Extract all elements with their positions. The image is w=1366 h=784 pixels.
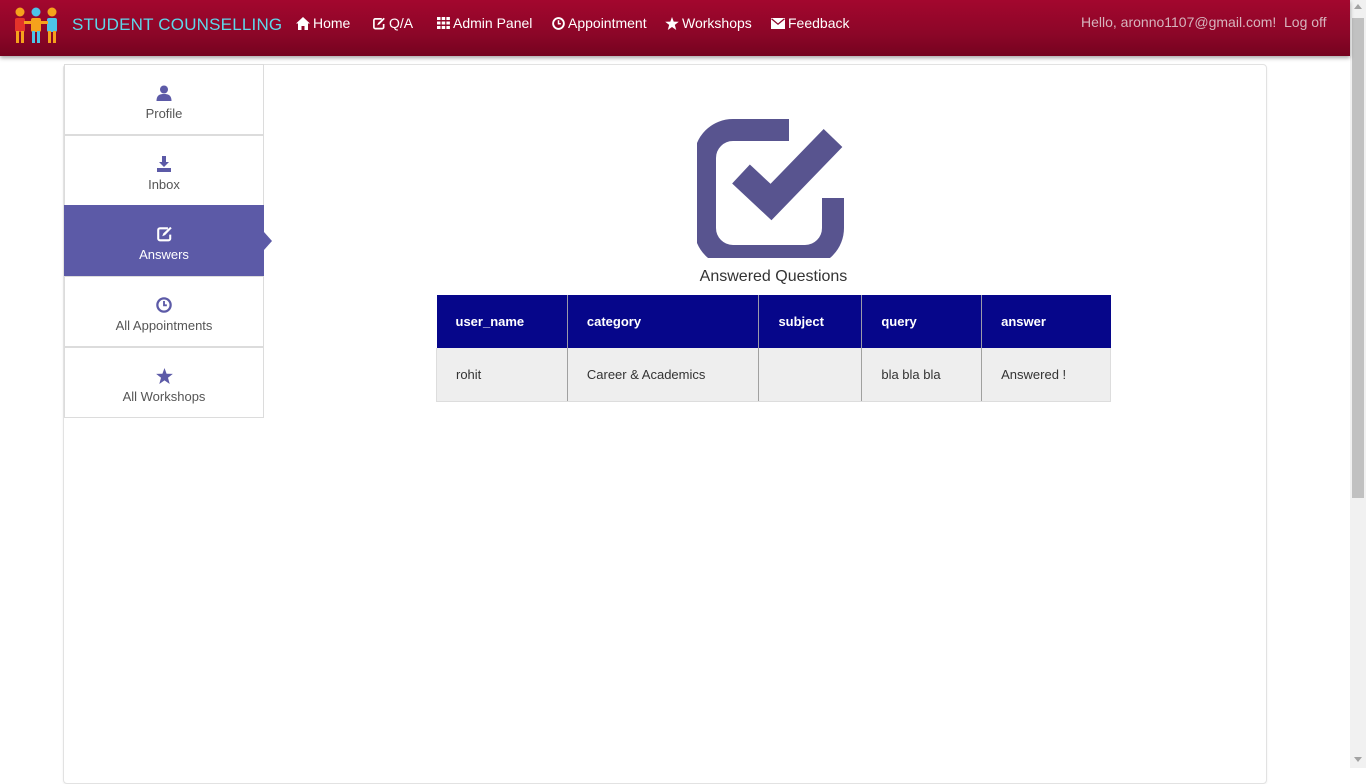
navbar: STUDENT COUNSELLING Home Q/A Admin Panel… (0, 0, 1350, 56)
cell-answer: Answered ! (981, 348, 1111, 402)
grid-icon (437, 17, 450, 29)
sidebar-item-label: All Appointments (115, 318, 213, 333)
sidebar-item-all-workshops[interactable]: All Workshops (64, 347, 264, 418)
clock-icon (552, 16, 565, 30)
people-logo-icon (15, 7, 57, 43)
logoff-link[interactable]: Log off (1284, 14, 1327, 30)
edit-icon (373, 17, 385, 29)
nav-home[interactable]: Home (296, 13, 350, 33)
download-icon (157, 156, 171, 172)
nav-feedback[interactable]: Feedback (771, 13, 849, 33)
column-header-answer: answer (981, 295, 1111, 348)
brand-link[interactable]: STUDENT COUNSELLING (13, 6, 282, 44)
column-header-user-name: user_name (436, 295, 568, 348)
column-header-category: category (567, 295, 760, 348)
page-title: Answered Questions (699, 268, 848, 285)
column-header-subject: subject (758, 295, 863, 348)
user-icon (156, 85, 172, 101)
scroll-up-icon[interactable] (1354, 4, 1362, 9)
sidebar-item-profile[interactable]: Profile (64, 64, 264, 135)
clock-icon (156, 297, 172, 313)
star-icon (665, 16, 679, 30)
sidebar-item-inbox[interactable]: Inbox (64, 135, 264, 206)
nav-qa-label: Q/A (389, 15, 414, 31)
sidebar-item-answers[interactable]: Answers (64, 205, 272, 276)
nav-admin-panel-label: Admin Panel (453, 15, 533, 31)
nav-workshops[interactable]: Workshops (665, 13, 752, 33)
nav-workshops-label: Workshops (682, 15, 752, 31)
sidebar-item-label: Inbox (148, 177, 180, 192)
sidebar-item-all-appointments[interactable]: All Appointments (64, 276, 264, 347)
cell-subject (758, 348, 863, 402)
table-header-row: user_name category subject query answer (436, 295, 1111, 348)
scroll-thumb[interactable] (1352, 18, 1364, 498)
cell-query: bla bla bla (861, 348, 983, 402)
column-header-query: query (861, 295, 983, 348)
scroll-down-icon[interactable] (1354, 757, 1362, 762)
page-scrollbar[interactable] (1350, 0, 1366, 768)
sidebar-item-label: Answers (139, 247, 189, 262)
star-icon (155, 368, 173, 384)
sidebar-item-label: Profile (145, 106, 183, 121)
cell-user-name: rohit (436, 348, 568, 402)
brand-title: STUDENT COUNSELLING (72, 15, 283, 34)
nav-appointment[interactable]: Appointment (552, 13, 647, 33)
checkbox-checked-icon (697, 119, 844, 258)
edit-icon (156, 226, 172, 242)
table-row: rohit Career & Academics bla bla bla Ans… (436, 348, 1111, 402)
sidebar-item-label: All Workshops (122, 389, 206, 404)
cell-category: Career & Academics (567, 348, 760, 402)
nav-home-label: Home (313, 15, 351, 31)
nav-feedback-label: Feedback (788, 15, 850, 31)
nav-appointment-label: Appointment (568, 15, 647, 31)
nav-admin-panel[interactable]: Admin Panel (437, 13, 532, 33)
envelope-icon (771, 17, 785, 29)
nav-qa[interactable]: Q/A (372, 13, 413, 33)
answers-table: user_name category subject query answer … (436, 295, 1111, 402)
user-greeting-link[interactable]: Hello, aronno1107@gmail.com! (1081, 14, 1276, 30)
home-icon (296, 16, 310, 30)
